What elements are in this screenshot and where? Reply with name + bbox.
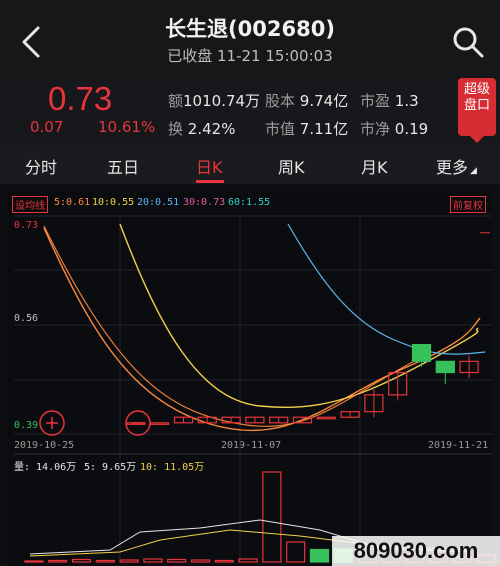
volume-bar: [24, 560, 44, 563]
zoom-in-icon[interactable]: [38, 409, 66, 437]
kline-svg: [14, 215, 496, 563]
volume-bar: [262, 471, 282, 563]
cursor-circle-icon[interactable]: [124, 409, 152, 437]
ma5-line: [43, 227, 481, 432]
volume-bar: [119, 559, 139, 563]
volume-bar: [214, 559, 234, 563]
candle-body: [150, 422, 170, 425]
volume-bar: [95, 559, 115, 563]
volume-bar: [143, 558, 163, 563]
volume-bar: [238, 558, 258, 563]
volume-bar: [286, 541, 306, 563]
candle-body: [316, 416, 336, 420]
volume-bar: [190, 559, 211, 563]
ma20-line: [287, 223, 486, 355]
volume-bar: [71, 558, 92, 563]
volume-bar: [167, 558, 187, 563]
ma-extra-line: [43, 225, 421, 427]
candle-body: [435, 360, 455, 374]
volume-bar: [309, 548, 330, 563]
candle-body: [411, 343, 432, 362]
watermark-text: 809030.com: [332, 536, 500, 566]
volume-bar: [48, 559, 68, 563]
